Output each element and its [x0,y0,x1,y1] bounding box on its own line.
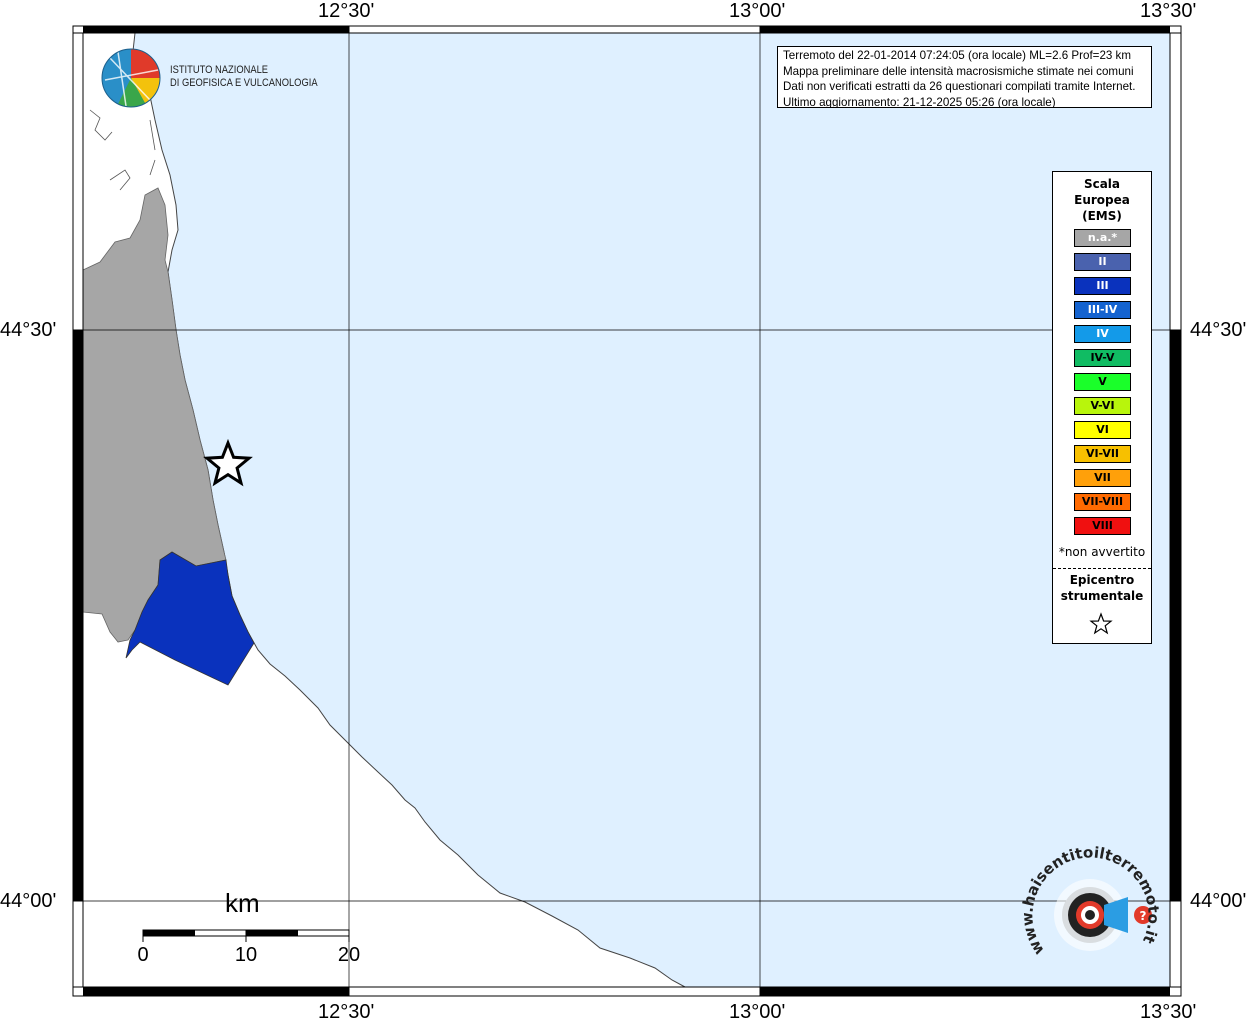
tick-lon-1230-bottom: 12°30' [318,1001,375,1023]
institute-line-1: ISTITUTO NAZIONALE [170,64,269,76]
tick-lon-1330-top: 13°30' [1140,0,1197,22]
institute-line-2: DI GEOFISICA E VULCANOLOGIA [170,77,318,89]
tick-lat-4400-right: 44°00' [1190,890,1247,912]
legend-star-icon [1089,612,1113,635]
legend-title-line-1: Scala [1083,177,1121,191]
legend-title-line-3: (EMS) [1082,209,1122,223]
legend-epicenter-line-2: strumentale [1060,589,1144,603]
intensity-legend: Scala Europea (EMS) n.a.* II III III-IV IV IV… [1052,171,1152,644]
legend-title-line-2: Europea [1074,193,1130,207]
legend-swatch-viii: VIII [1074,517,1131,535]
legend-swatch-n-a: n.a.* [1074,229,1131,247]
event-info-box: Terremoto del 22-01-2014 07:24:05 (ora l… [777,46,1152,108]
tick-lat-4400-left: 44°00' [0,890,57,912]
legend-swatch-v: V [1074,373,1131,391]
tick-lat-4430-right: 44°30' [1190,319,1247,341]
tick-lon-1230-top: 12°30' [318,0,375,22]
legend-divider [1053,568,1151,569]
legend-swatch-iii-iv: III-IV [1074,301,1131,319]
tick-lon-1300-bottom: 13°00' [729,1001,786,1023]
scale-label-0: 0 [137,944,149,966]
legend-note: *non avvertito [1058,545,1146,559]
legend-epicenter-label: Epicentro strumentale [1053,572,1151,604]
scale-label-20: 20 [337,944,361,966]
legend-swatch-iv-v: IV-V [1074,349,1131,367]
legend-swatch-vii: VII [1074,469,1131,487]
info-line-event: Terremoto del 22-01-2014 07:24:05 (ora l… [783,49,1132,62]
legend-swatch-v-vi: V-VI [1074,397,1131,415]
info-line-updated: Ultimo aggiornamento: 21-12-2025 05:26 (… [783,96,1056,108]
legend-swatch-ii: II [1074,253,1131,271]
tick-lat-4430-left: 44°30' [0,319,57,341]
scale-unit: km [225,888,260,918]
ingv-logo-icon [101,48,161,108]
scale-label-10: 10 [234,944,258,966]
tick-lon-1300-top: 13°00' [729,0,786,22]
legend-epicenter-line-1: Epicentro [1069,573,1135,587]
institute-name: ISTITUTO NAZIONALE DI GEOFISICA E VULCAN… [170,64,318,90]
legend-swatch-iii: III [1074,277,1131,295]
legend-title: Scala Europea (EMS) [1053,176,1151,224]
info-line-map-desc: Mappa preliminare delle intensità macros… [783,64,1134,78]
legend-swatch-vii-viii: VII-VIII [1074,493,1131,511]
info-line-data-source: Dati non verificati estratti da 26 quest… [783,80,1136,94]
legend-swatch-vi-vii: VI-VII [1074,445,1131,463]
legend-swatch-iv: IV [1074,325,1131,343]
legend-swatch-vi: VI [1074,421,1131,439]
tick-lon-1330-bottom: 13°30' [1140,1001,1197,1023]
